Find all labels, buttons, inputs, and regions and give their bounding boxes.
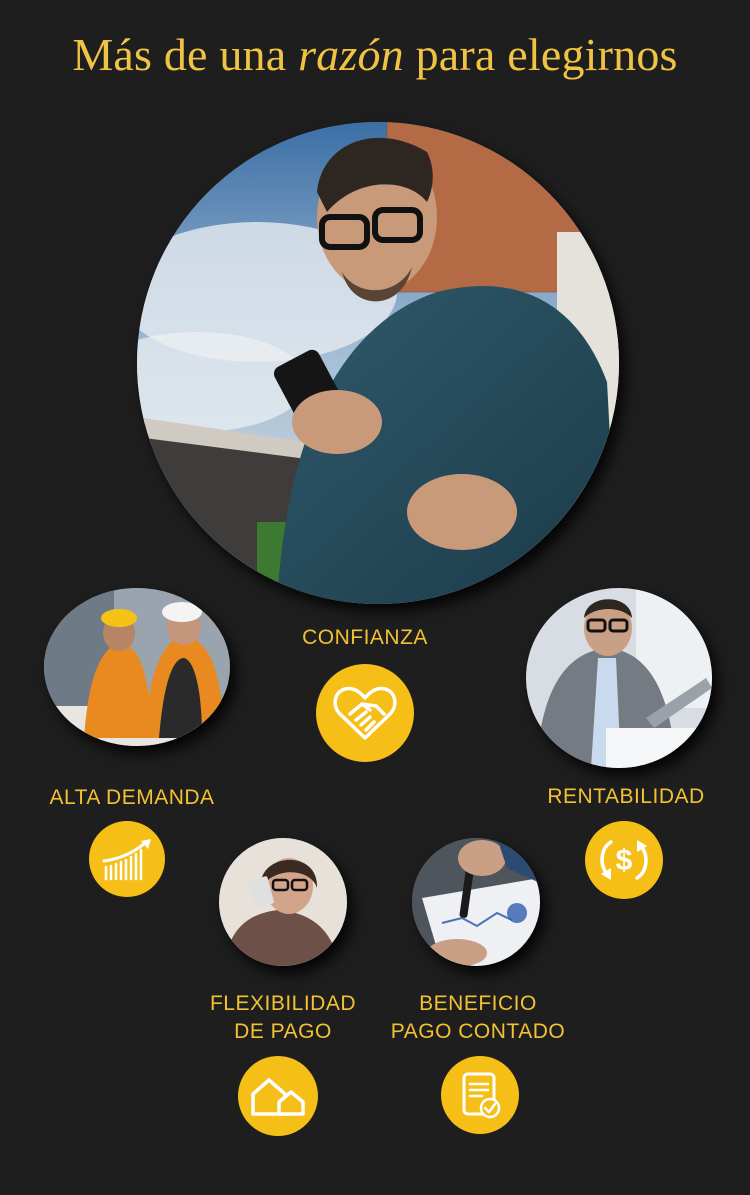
reason-beneficio-line2: PAGO CONTADO [390, 1020, 566, 1043]
reason-beneficio-label: BENEFICIO PAGO CONTADO [378, 990, 578, 1046]
construction-workers-photo [44, 588, 230, 746]
alta-demanda-icon-badge [89, 821, 165, 897]
beneficio-icon-badge [441, 1056, 519, 1134]
page-title: Más de una razón para elegirnos [0, 28, 750, 81]
businessman-laptop-photo [526, 588, 712, 768]
reason-flexibilidad-label: FLEXIBILIDAD DE PAGO [183, 990, 383, 1046]
reason-rentabilidad-label: RENTABILIDAD [547, 785, 705, 808]
money-cycle-icon: $ [600, 840, 648, 880]
flexibilidad-icon-badge [238, 1056, 318, 1136]
man-with-phone-photo [137, 122, 619, 604]
reason-flexibilidad-line2: DE PAGO [234, 1020, 332, 1043]
document-check-icon [462, 1072, 501, 1119]
reason-flexibilidad-line1: FLEXIBILIDAD [209, 992, 357, 1015]
woman-with-card-photo [219, 838, 347, 966]
signing-document-photo [412, 838, 540, 966]
title-emphasis: razón [298, 29, 404, 80]
reason-confianza-label: CONFIANZA [302, 626, 428, 649]
svg-text:$: $ [616, 844, 633, 877]
rentabilidad-icon-badge: $ [585, 821, 663, 899]
handshake-heart-icon [333, 686, 397, 740]
reason-alta-demanda-label: ALTA DEMANDA [49, 786, 215, 809]
reason-beneficio-line1: BENEFICIO [419, 992, 537, 1015]
houses-icon [251, 1078, 305, 1116]
title-part-1: Más de una [72, 29, 299, 80]
growth-chart-icon [102, 839, 151, 881]
confianza-icon-badge [316, 664, 414, 762]
title-part-2: para elegirnos [403, 29, 678, 80]
